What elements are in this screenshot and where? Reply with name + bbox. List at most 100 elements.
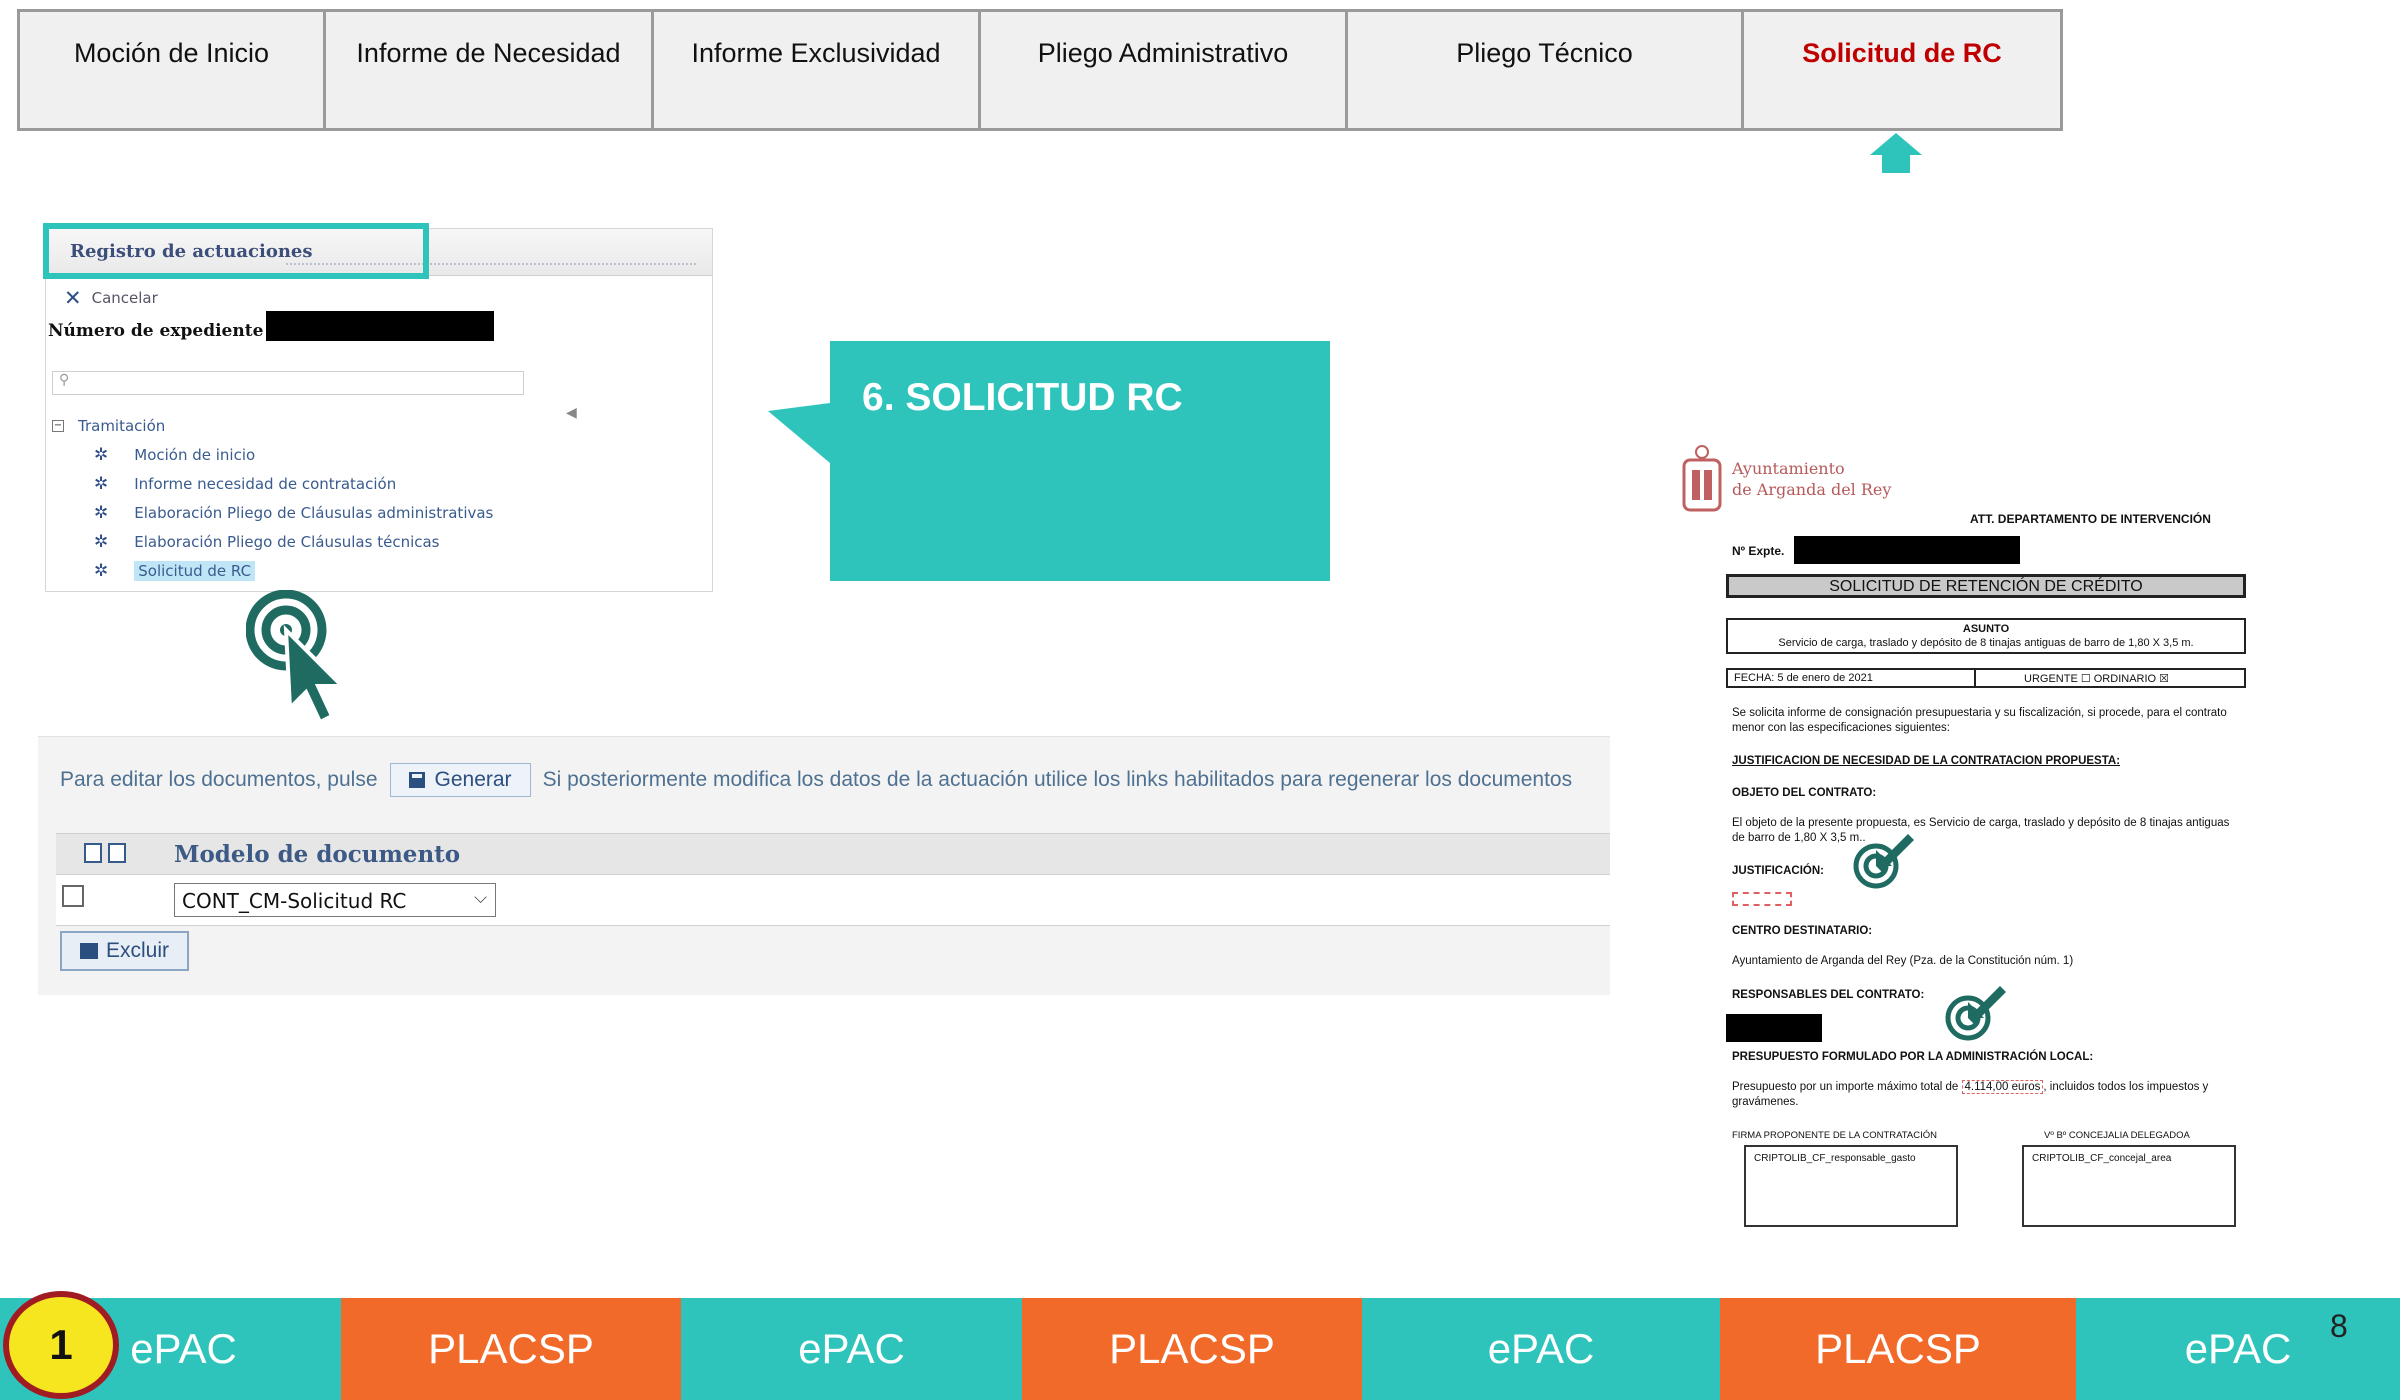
gear-icon: ✲ bbox=[94, 561, 109, 581]
tree-root-label: Tramitación bbox=[78, 417, 166, 435]
tree-item-label: Elaboración Pliego de Cláusulas técnicas bbox=[134, 533, 440, 551]
step-number-badge: 1 bbox=[3, 1291, 119, 1399]
fecha-text: FECHA: 5 de enero de 2021 bbox=[1734, 672, 1873, 684]
target-pointer-icon bbox=[1853, 834, 1914, 889]
tree-item-pliego-administrativas[interactable]: ✲ Elaboración Pliego de Cláusulas adminis… bbox=[94, 503, 493, 523]
generar-prefix: Para editar los documentos, pulse bbox=[60, 768, 378, 791]
organization-name: Ayuntamiento de Arganda del Rey bbox=[1732, 458, 1891, 500]
cancel-button[interactable]: ✕ Cancelar bbox=[64, 286, 158, 310]
vb-box: CRIPTOLIB_CF_concejal_area bbox=[2022, 1145, 2236, 1227]
excluir-button[interactable]: Excluir bbox=[60, 931, 190, 971]
presupuesto-heading: PRESUPUESTO FORMULADO POR LA ADMINISTRAC… bbox=[1732, 1051, 2094, 1063]
generar-button[interactable]: Generar bbox=[389, 763, 531, 797]
callout-label: 6. SOLICITUD RC bbox=[862, 376, 1183, 419]
tree-item-informe-necesidad[interactable]: ✲ Informe necesidad de contratación bbox=[94, 474, 396, 494]
flow-step-epac: ePAC bbox=[681, 1298, 1022, 1400]
page-number: 8 bbox=[2330, 1308, 2348, 1344]
firma-label: FIRMA PROPONENTE DE LA CONTRATACIÓN bbox=[1732, 1130, 1937, 1141]
selected-model: CONT_CM-Solicitud RC bbox=[182, 889, 407, 913]
collapse-icon[interactable]: − bbox=[52, 420, 64, 432]
document-generation-section: Para editar los documentos, pulse Genera… bbox=[38, 736, 1610, 995]
gear-icon: ✲ bbox=[94, 445, 109, 465]
document-model-select[interactable]: CONT_CM-Solicitud RC ⌵ bbox=[174, 883, 496, 917]
collapse-arrow-icon[interactable]: ◀ bbox=[566, 405, 577, 421]
asunto-box: ASUNTO Servicio de carga, traslado y dep… bbox=[1726, 618, 2246, 654]
centro-heading: CENTRO DESTINATARIO: bbox=[1732, 925, 1873, 937]
gear-icon: ✲ bbox=[94, 532, 109, 552]
flow-step-placsp: PLACSP bbox=[1720, 1298, 2076, 1400]
redacted-responsable bbox=[1726, 1014, 1822, 1042]
tab-mocion-inicio[interactable]: Moción de Inicio bbox=[20, 12, 326, 128]
redacted-expediente bbox=[266, 311, 494, 341]
generar-instructions: Para editar los documentos, pulse Genera… bbox=[60, 763, 1572, 797]
solicitud-rc-document: Ayuntamiento de Arganda del Rey ATT. DEP… bbox=[1680, 440, 2250, 1240]
select-all-icons[interactable] bbox=[84, 843, 126, 863]
tab-label: Moción de Inicio bbox=[73, 38, 270, 68]
presupuesto-text: Presupuesto por un importe máximo total … bbox=[1732, 1080, 2242, 1110]
search-input[interactable]: ⚲ bbox=[52, 371, 524, 395]
tab-informe-necesidad[interactable]: Informe de Necesidad bbox=[326, 12, 654, 128]
tab-informe-exclusividad[interactable]: Informe Exclusividad bbox=[654, 12, 981, 128]
generar-label: Generar bbox=[434, 768, 512, 791]
flow-step-epac: ePAC bbox=[1362, 1298, 1720, 1400]
org-line: Ayuntamiento bbox=[1732, 459, 1845, 478]
tree-item-label: Moción de inicio bbox=[134, 446, 256, 464]
chevron-down-icon: ⌵ bbox=[474, 888, 487, 908]
exclude-icon bbox=[80, 943, 98, 959]
divider bbox=[1974, 670, 1976, 686]
tab-solicitud-rc[interactable]: Solicitud de RC bbox=[1744, 12, 2060, 128]
generar-suffix: Si posteriormente modifica los datos de … bbox=[542, 768, 1573, 791]
table-header: Modelo de documento bbox=[56, 833, 1610, 875]
process-tab-bar: Moción de Inicio Informe de Necesidad In… bbox=[17, 9, 2063, 131]
column-header-modelo: Modelo de documento bbox=[174, 841, 461, 868]
search-icon: ⚲ bbox=[59, 372, 70, 388]
registro-actuaciones-panel: Registro de actuaciones ✕ Cancelar Númer… bbox=[45, 228, 713, 592]
tree-item-label: Elaboración Pliego de Cláusulas administ… bbox=[134, 504, 494, 522]
justificacion-placeholder bbox=[1732, 892, 1792, 906]
tab-label: Pliego Técnico bbox=[1456, 38, 1633, 68]
tab-pliego-tecnico[interactable]: Pliego Técnico bbox=[1348, 12, 1744, 128]
expediente-label: Número de expediente : bbox=[48, 321, 276, 341]
tab-label: Solicitud de RC bbox=[1802, 38, 2002, 68]
intro-text: Se solicita informe de consignación pres… bbox=[1732, 707, 2227, 734]
save-icon bbox=[408, 772, 425, 788]
gear-icon: ✲ bbox=[94, 474, 109, 494]
tab-pliego-administrativo[interactable]: Pliego Administrativo bbox=[981, 12, 1348, 128]
firma-box: CRIPTOLIB_CF_responsable_gasto bbox=[1744, 1145, 1958, 1227]
row-checkbox[interactable] bbox=[62, 885, 84, 907]
flow-step-placsp: PLACSP bbox=[341, 1298, 681, 1400]
click-cursor-icon bbox=[246, 590, 346, 722]
tree-root-tramitacion[interactable]: − Tramitación bbox=[52, 417, 165, 435]
tab-label: Informe Exclusividad bbox=[691, 38, 941, 68]
tree-item-mocion-inicio[interactable]: ✲ Moción de inicio bbox=[94, 445, 255, 465]
tab-label: Informe de Necesidad bbox=[356, 38, 621, 68]
uncheck-all-icon[interactable] bbox=[108, 843, 126, 863]
expediente-number-label: Nº Expte. bbox=[1732, 544, 1785, 558]
table-row: CONT_CM-Solicitud RC ⌵ bbox=[56, 875, 1610, 926]
close-icon: ✕ bbox=[64, 286, 82, 310]
up-arrow-icon bbox=[1870, 133, 1922, 173]
tree-item-solicitud-rc[interactable]: ✲ Solicitud de RC bbox=[94, 561, 256, 581]
excluir-label: Excluir bbox=[106, 939, 170, 962]
flow-step-epac: ePAC bbox=[2076, 1298, 2400, 1400]
document-title: SOLICITUD DE RETENCIÓN DE CRÉDITO bbox=[1726, 574, 2246, 598]
urgencia-text: URGENTE ☐ ORDINARIO ☒ bbox=[2024, 673, 2170, 685]
flow-step-placsp: PLACSP bbox=[1022, 1298, 1362, 1400]
objeto-heading: OBJETO DEL CONTRATO: bbox=[1732, 787, 1877, 799]
asunto-text: Servicio de carga, traslado y depósito d… bbox=[1778, 637, 2194, 649]
tab-label: Pliego Administrativo bbox=[1037, 38, 1289, 68]
tree-item-pliego-tecnicas[interactable]: ✲ Elaboración Pliego de Cláusulas técnica… bbox=[94, 532, 440, 552]
fecha-box: FECHA: 5 de enero de 2021 URGENTE ☐ ORDI… bbox=[1726, 668, 2246, 688]
target-pointer-icon bbox=[1945, 986, 2006, 1041]
asunto-label: ASUNTO bbox=[1962, 623, 2010, 635]
tree-item-label: Informe necesidad de contratación bbox=[134, 475, 397, 493]
justificacion-label: JUSTIFICACIÓN: bbox=[1732, 865, 1824, 877]
objeto-text: El objeto de la presente propuesta, es S… bbox=[1732, 817, 2230, 844]
platform-flow-bar: ePAC PLACSP ePAC PLACSP ePAC PLACSP ePAC bbox=[0, 1298, 2400, 1400]
centro-text: Ayuntamiento de Arganda del Rey (Pza. de… bbox=[1732, 955, 2074, 967]
redacted-expediente bbox=[1794, 536, 2020, 564]
cancel-label: Cancelar bbox=[91, 289, 158, 307]
vb-label: Vº Bº CONCEJALIA DELEGADOA bbox=[2044, 1130, 2190, 1141]
check-all-icon[interactable] bbox=[84, 843, 102, 863]
ayuntamiento-logo bbox=[1682, 445, 1722, 512]
